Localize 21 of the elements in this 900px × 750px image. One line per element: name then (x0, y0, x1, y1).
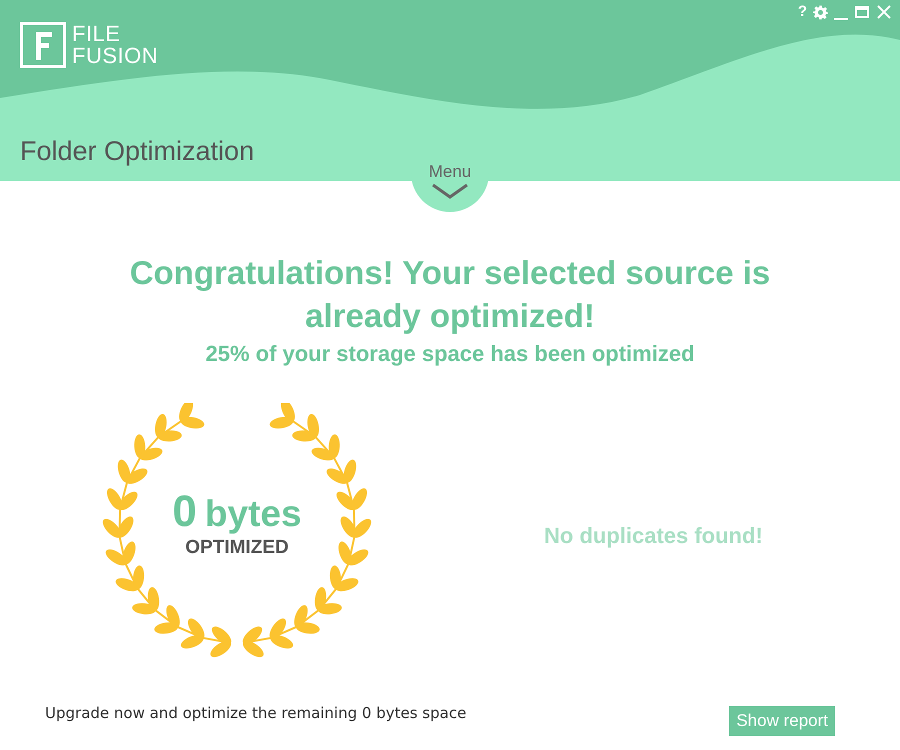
maximize-icon (854, 4, 870, 20)
show-report-button[interactable]: Show report (729, 706, 835, 736)
close-button[interactable] (876, 4, 892, 20)
congratulations-heading: Congratulations! Your selected source is already optimized! (128, 253, 772, 336)
logo-text: FUSION (72, 45, 158, 67)
storage-subheading: 25% of your storage space has been optimized (205, 341, 695, 367)
chevron-down-icon (430, 182, 470, 200)
close-icon (876, 4, 892, 20)
optimized-amount: 0 (172, 487, 197, 537)
optimized-label: OPTIMIZED (185, 537, 289, 559)
help-button[interactable]: ? (798, 4, 807, 20)
logo-icon (20, 22, 66, 68)
upgrade-message: Upgrade now and optimize the remaining 0 bytes space (45, 704, 466, 722)
logo-text: FILE (72, 23, 122, 45)
amount-unit: bytes (204, 493, 302, 535)
maximize-button[interactable] (854, 4, 870, 20)
page-title: Folder Optimization (20, 136, 256, 167)
settings-icon (813, 4, 828, 20)
no-duplicates-message: No duplicates found! (544, 523, 763, 549)
settings-button[interactable] (813, 4, 828, 20)
minimize-icon (834, 18, 848, 20)
